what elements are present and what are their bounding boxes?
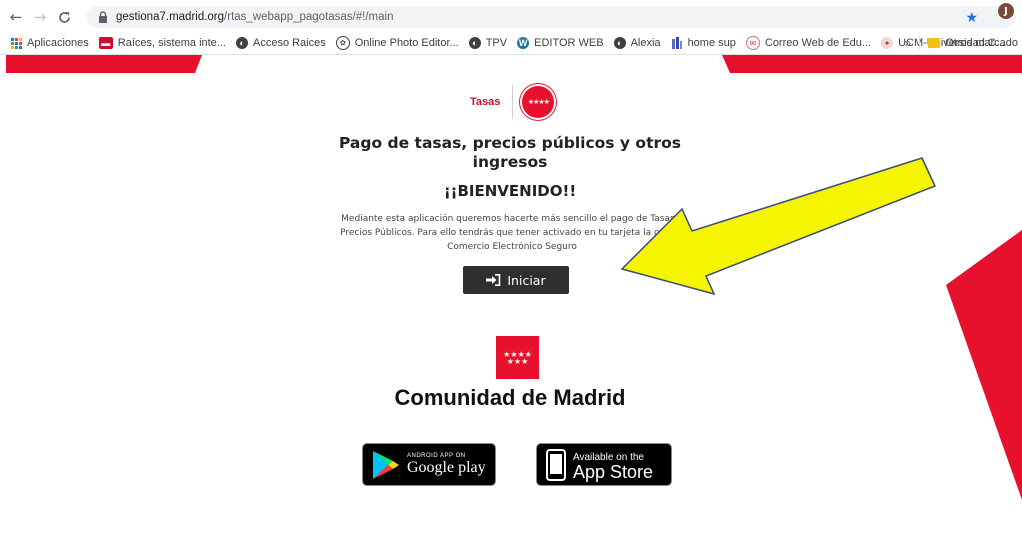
tasas-logo: Tasas bbox=[470, 96, 500, 108]
app-store-badge[interactable]: Available on the App Store bbox=[536, 443, 672, 486]
bookmark-editor-web[interactable]: W EDITOR WEB bbox=[517, 37, 604, 49]
arrow-shape bbox=[620, 157, 937, 296]
bookmarks-overflow-chevron[interactable]: » bbox=[905, 36, 912, 50]
google-play-badge[interactable]: ANDROID APP ON Google play bbox=[362, 443, 496, 486]
divider bbox=[919, 36, 921, 50]
url-text: gestiona7.madrid.org/rtas_webapp_pagotas… bbox=[116, 11, 393, 23]
org-name: Comunidad de Madrid bbox=[394, 385, 626, 410]
iphone-icon bbox=[546, 448, 566, 481]
bookmark-label: Aplicaciones bbox=[27, 37, 89, 49]
bookmark-online-photo-editor[interactable]: ✿ Online Photo Editor... bbox=[335, 36, 459, 50]
bookmark-tpv[interactable]: ◐ TPV bbox=[468, 37, 508, 49]
profile-avatar[interactable]: J bbox=[998, 3, 1014, 19]
bookmark-label: Acceso Raices bbox=[252, 37, 326, 49]
bookmark-label: EDITOR WEB bbox=[534, 37, 604, 49]
bookmark-correo-web[interactable]: ✉ Correo Web de Edu... bbox=[745, 36, 872, 50]
bookmark-star-icon[interactable]: ★ bbox=[965, 10, 978, 26]
bookmark-label: home sup bbox=[687, 37, 736, 49]
right-red-wedge bbox=[946, 230, 1022, 500]
globe-icon: ◐ bbox=[613, 37, 626, 49]
bookmarks-bar: Aplicaciones ▬ Raíces, sistema inte... ◐… bbox=[0, 32, 1022, 55]
forward-arrow-icon[interactable]: → bbox=[30, 7, 50, 27]
other-bookmarks[interactable]: Otros marcado bbox=[945, 37, 1018, 49]
comunidad-madrid-logo: ★★★★ ★★★ bbox=[496, 336, 539, 379]
bookmark-label: TPV bbox=[485, 37, 508, 49]
wordpress-icon: W bbox=[517, 37, 530, 49]
bar-chart-favicon bbox=[671, 37, 683, 49]
ucm-favicon: ● bbox=[881, 37, 894, 49]
mail-favicon: ✉ bbox=[745, 36, 760, 50]
yellow-arrow-annotation bbox=[620, 157, 937, 296]
app-store-text: Available on the App Store bbox=[573, 451, 654, 482]
bookmark-acceso-raices[interactable]: ◐ Acceso Raices bbox=[235, 37, 326, 49]
bookmark-aplicaciones[interactable]: Aplicaciones bbox=[10, 37, 89, 49]
globe-icon: ◐ bbox=[235, 37, 248, 49]
bookmark-label: Correo Web de Edu... bbox=[764, 37, 872, 49]
raices-favicon: ▬ bbox=[98, 37, 113, 49]
tasas-logo-row: Tasas ★★★★ bbox=[470, 84, 555, 120]
bookmark-label: Online Photo Editor... bbox=[354, 37, 459, 49]
google-play-big-text: Google play bbox=[407, 458, 486, 476]
url-host: gestiona7.madrid.org bbox=[116, 11, 225, 23]
browser-toolbar: ← → gestiona7.madrid.org/rtas_webapp_pag… bbox=[0, 0, 1022, 32]
tasas-logo-text: Tasas bbox=[470, 96, 501, 108]
bookmark-raices[interactable]: ▬ Raíces, sistema inte... bbox=[98, 37, 226, 49]
google-play-icon bbox=[373, 450, 399, 479]
reload-icon[interactable] bbox=[54, 7, 74, 27]
bookmark-label: Raíces, sistema inte... bbox=[117, 37, 226, 49]
app-store-big-text: App Store bbox=[573, 461, 654, 482]
top-right-red-band bbox=[722, 55, 1022, 73]
back-arrow-icon[interactable]: ← bbox=[6, 7, 26, 27]
lock-icon bbox=[98, 11, 110, 23]
folder-icon bbox=[928, 38, 941, 48]
start-button-label: Iniciar bbox=[507, 272, 546, 288]
google-play-text: ANDROID APP ON Google play bbox=[407, 453, 486, 477]
sign-in-icon bbox=[486, 274, 501, 286]
start-button[interactable]: Iniciar bbox=[463, 266, 569, 294]
bookmark-alexia[interactable]: ◐ Alexia bbox=[613, 37, 661, 49]
apps-grid-icon bbox=[10, 37, 22, 49]
bookmark-label: Alexia bbox=[630, 37, 661, 49]
stars-row-bottom: ★★★ bbox=[506, 356, 529, 366]
logo-divider bbox=[512, 85, 514, 119]
globe-icon: ◐ bbox=[468, 37, 481, 49]
bookmarks-right: » Otros marcado bbox=[905, 32, 1018, 54]
url-path: /rtas_webapp_pagotasas/#!/main bbox=[224, 11, 394, 23]
bookmark-home-sup[interactable]: home sup bbox=[671, 37, 736, 49]
top-left-red-band bbox=[6, 55, 202, 73]
madrid-seal-icon: ★★★★ bbox=[522, 86, 555, 118]
photo-editor-favicon: ✿ bbox=[335, 36, 350, 50]
address-bar[interactable]: gestiona7.madrid.org/rtas_webapp_pagotas… bbox=[86, 6, 1016, 28]
